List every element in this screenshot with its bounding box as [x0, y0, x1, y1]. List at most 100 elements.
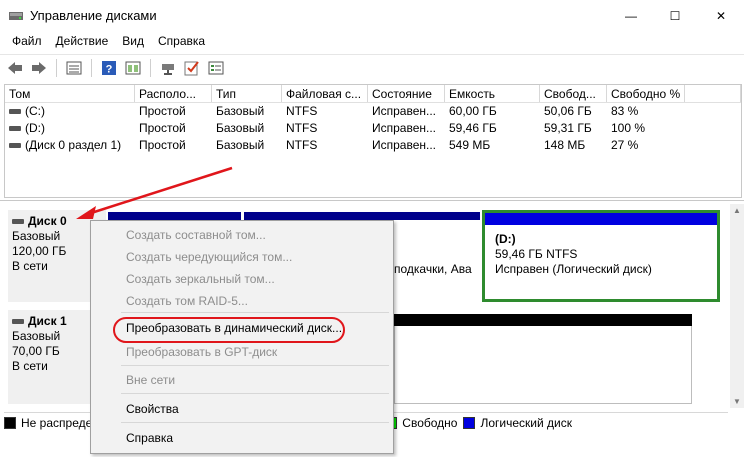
volume-filesystem: NTFS [286, 121, 318, 135]
column-header-capacity[interactable]: Емкость [445, 85, 540, 102]
menu-view[interactable]: Вид [115, 32, 151, 52]
disk-type: Базовый [12, 329, 61, 343]
legend-label: Не распреде [21, 415, 93, 430]
partition-stripe [244, 212, 480, 220]
drive-icon [9, 126, 21, 132]
menu-item-create-mirrored[interactable]: Создать зеркальный том... [126, 272, 275, 286]
help-icon: ? [102, 60, 116, 75]
menu-action[interactable]: Действие [49, 32, 116, 52]
disk-icon [12, 219, 24, 225]
disk-name: Диск 0 [28, 214, 67, 228]
volume-type: Базовый [216, 121, 265, 135]
settings-icon [208, 61, 224, 74]
volume-capacity: 549 МБ [449, 138, 491, 152]
disk-size: 70,00 ГБ [12, 344, 60, 358]
volume-free-percent: 27 % [611, 138, 639, 152]
menu-item-properties[interactable]: Свойства [126, 402, 179, 416]
legend-item: Логический диск [463, 416, 572, 430]
properties-button[interactable] [63, 57, 85, 79]
menu-item-convert-gpt[interactable]: Преобразовать в GPT-диск [126, 345, 277, 359]
volume-type: Базовый [216, 104, 265, 118]
volume-row[interactable]: (D:) Простой Базовый NTFS Исправен... 59… [5, 120, 741, 137]
svg-text:?: ? [106, 63, 113, 75]
column-header-volume[interactable]: Том [5, 85, 135, 102]
scroll-up-icon[interactable]: ▲ [733, 206, 741, 215]
volume-capacity: 60,00 ГБ [449, 104, 497, 118]
view-button[interactable] [122, 57, 144, 79]
column-header-free-percent[interactable]: Свободно % [607, 85, 685, 102]
check-icon [184, 60, 199, 75]
column-header-layout[interactable]: Располо... [135, 85, 212, 102]
back-button[interactable] [4, 57, 26, 79]
unallocated-area[interactable] [394, 326, 692, 404]
column-header-free[interactable]: Свобод... [540, 85, 607, 102]
menu-file[interactable]: Файл [5, 32, 49, 52]
minimize-button[interactable]: — [608, 0, 654, 32]
volume-row[interactable]: (C:) Простой Базовый NTFS Исправен... 60… [5, 103, 741, 120]
toolbar-separator [150, 58, 151, 77]
disk-status: В сети [12, 259, 48, 273]
maximize-button[interactable]: ☐ [652, 0, 698, 32]
volume-name: (Диск 0 раздел 1) [25, 138, 122, 152]
menu-item-offline[interactable]: Вне сети [126, 373, 175, 387]
volume-filesystem: NTFS [286, 138, 318, 152]
volume-name: (C:) [25, 104, 45, 118]
disk-icon [12, 319, 24, 325]
volume-status: Исправен... [372, 104, 437, 118]
properties-icon [66, 61, 82, 74]
partition-d-size: 59,46 ГБ NTFS [495, 247, 578, 261]
partition-c-status-text: подкачки, Ава [394, 262, 472, 276]
volume-list-header: Том Располо... Тип Файловая с... Состоян… [5, 85, 741, 103]
legend-swatch-logical [463, 416, 476, 429]
scroll-down-icon[interactable]: ▼ [733, 397, 741, 406]
column-header-filesystem[interactable]: Файловая с... [282, 85, 368, 102]
unallocated-stripe [394, 314, 692, 326]
disk-management-icon [9, 12, 23, 20]
help-button[interactable]: ? [98, 57, 120, 79]
forward-button[interactable] [28, 57, 50, 79]
menu-item-create-spanned[interactable]: Создать составной том... [126, 228, 266, 242]
menu-item-help[interactable]: Справка [126, 431, 173, 445]
check-button[interactable] [181, 57, 203, 79]
menu-item-create-raid5[interactable]: Создать том RAID-5... [126, 294, 248, 308]
volume-type: Базовый [216, 138, 265, 152]
volume-free-percent: 83 % [611, 104, 639, 118]
volume-free: 50,06 ГБ [544, 104, 592, 118]
partition-d-stripe [485, 213, 717, 225]
volume-name: (D:) [25, 121, 45, 135]
volume-free: 59,31 ГБ [544, 121, 592, 135]
volume-list: Том Располо... Тип Файловая с... Состоян… [4, 84, 742, 198]
disk-name: Диск 1 [28, 314, 67, 328]
disk-status: В сети [12, 359, 48, 373]
volume-layout: Простой [139, 121, 186, 135]
volume-status: Исправен... [372, 138, 437, 152]
window-title: Управление дисками [30, 8, 157, 23]
back-icon [8, 61, 22, 74]
connect-icon [162, 63, 174, 75]
column-header-filler [685, 85, 741, 102]
title-bar: Управление дисками — ☐ ✕ [0, 0, 744, 32]
drive-icon [9, 143, 21, 149]
connect-button[interactable] [157, 57, 179, 79]
legend-swatch-unallocated [4, 416, 16, 429]
menu-bar: Файл Действие Вид Справка [0, 32, 744, 52]
legend-item: Не распреде [4, 416, 92, 430]
menu-help[interactable]: Справка [151, 32, 212, 52]
column-header-status[interactable]: Состояние [368, 85, 445, 102]
partition-d-selected[interactable]: (D:) 59,46 ГБ NTFS Исправен (Логический … [482, 210, 720, 302]
menu-item-create-striped[interactable]: Создать чередующийся том... [126, 250, 292, 264]
toolbar-separator [56, 58, 57, 77]
vertical-scrollbar[interactable]: ▲ ▼ [730, 204, 744, 408]
menu-separator [121, 422, 389, 423]
volume-layout: Простой [139, 104, 186, 118]
partition-d-name: (D:) [495, 232, 516, 246]
partition-c-info[interactable]: подкачки, Ава [394, 262, 480, 282]
close-button[interactable]: ✕ [698, 0, 744, 32]
volume-free: 148 МБ [544, 138, 586, 152]
disk-size: 120,00 ГБ [12, 244, 67, 258]
context-menu: Создать составной том... Создать чередую… [90, 220, 394, 454]
volume-row[interactable]: (Диск 0 раздел 1) Простой Базовый NTFS И… [5, 137, 741, 154]
toolbar: ? [0, 54, 744, 80]
settings-button[interactable] [205, 57, 227, 79]
column-header-type[interactable]: Тип [212, 85, 282, 102]
